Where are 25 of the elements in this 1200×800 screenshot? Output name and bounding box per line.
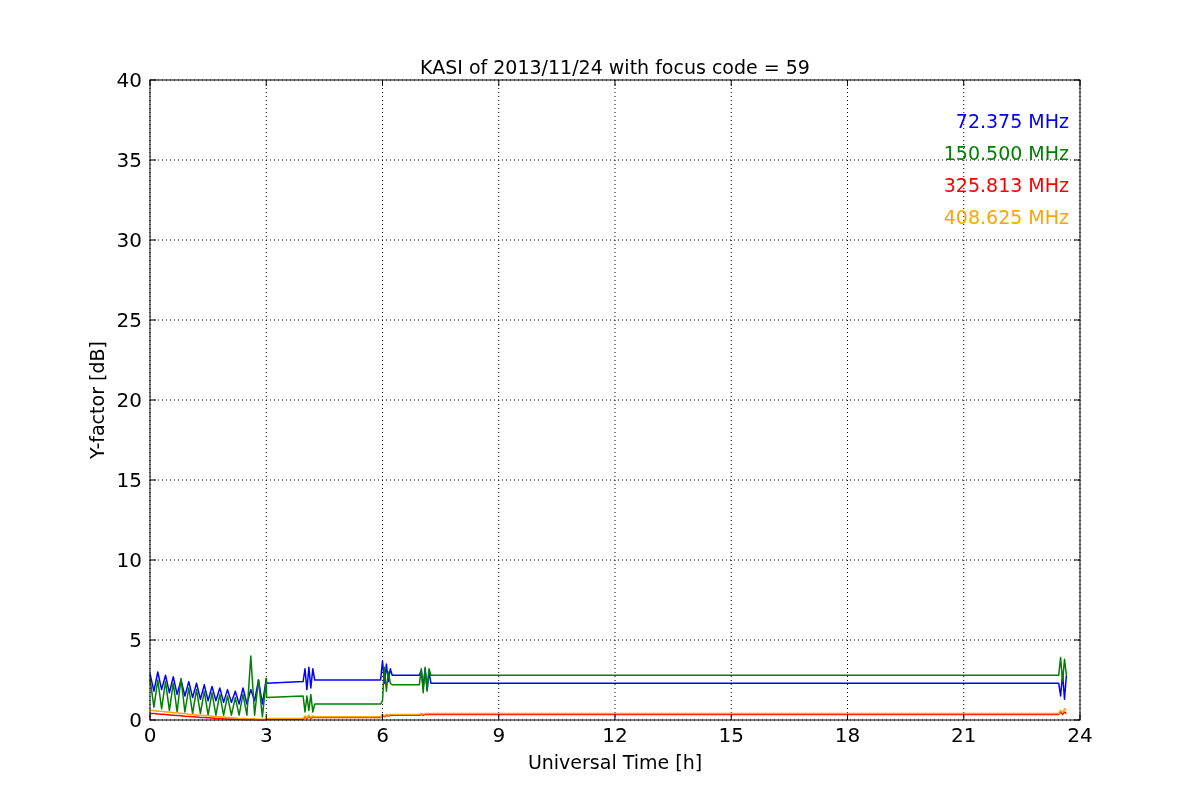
- x-tick-label: 18: [834, 723, 861, 747]
- x-tick-label: 0: [143, 723, 157, 747]
- y-tick-label: 0: [129, 708, 142, 732]
- chart-title: KASI of 2013/11/24 with focus code = 59: [420, 56, 810, 78]
- x-tick-label: 24: [1067, 723, 1093, 747]
- y-tick-label: 35: [116, 148, 142, 172]
- x-axis-label: Universal Time [h]: [527, 751, 703, 773]
- legend-label: 325.813 MHz: [943, 174, 1069, 196]
- y-tick-label: 20: [116, 388, 142, 412]
- y-tick-label: 10: [116, 548, 142, 572]
- legend-label: 72.375 MHz: [955, 110, 1069, 132]
- x-tick-label: 21: [951, 723, 977, 747]
- y-tick-label: 5: [129, 628, 142, 652]
- y-axis-label: Y-factor [dB]: [86, 341, 108, 459]
- x-tick-label: 6: [376, 723, 389, 747]
- x-tick-label: 12: [602, 723, 628, 747]
- x-tick-label: 3: [259, 723, 273, 747]
- y-tick-label: 25: [116, 308, 142, 332]
- legend-label: 408.625 MHz: [943, 206, 1069, 228]
- legend-label: 150.500 MHz: [943, 142, 1069, 164]
- y-tick-label: 40: [116, 68, 142, 92]
- y-tick-label: 15: [116, 468, 142, 492]
- x-tick-label: 9: [492, 723, 506, 747]
- y-tick-label: 30: [116, 228, 142, 252]
- x-tick-label: 15: [718, 723, 744, 747]
